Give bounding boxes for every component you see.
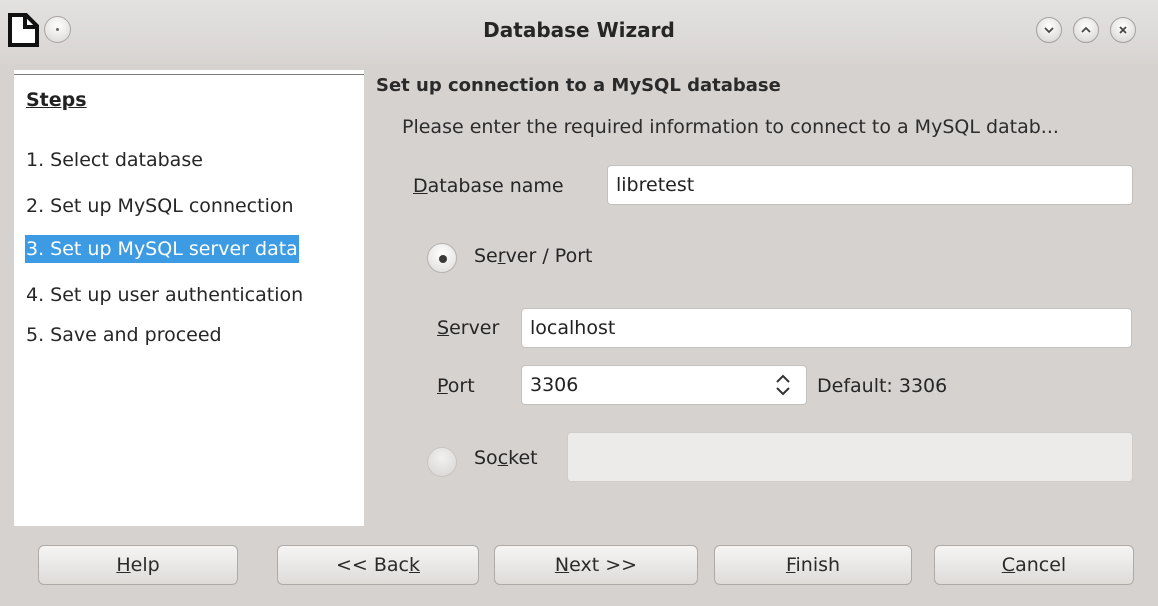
mnemonic-s: S — [437, 317, 450, 339]
database-name-label-rest: atabase name — [427, 175, 564, 197]
database-name-label: Database name — [413, 175, 564, 197]
page-title: Set up connection to a MySQL database — [376, 75, 781, 96]
socket-field[interactable] — [567, 432, 1133, 482]
socket-label[interactable]: Socket — [474, 447, 538, 469]
step-mysql-server-data[interactable]: 3. Set up MySQL server data — [25, 235, 299, 263]
step-mysql-connection[interactable]: 2. Set up MySQL connection — [26, 192, 294, 220]
close-icon[interactable] — [1110, 17, 1136, 43]
step-user-authentication[interactable]: 4. Set up user authentication — [26, 281, 303, 309]
finish-button[interactable]: Finish — [714, 545, 912, 585]
mnemonic-r: r — [497, 245, 506, 267]
spin-updown-icon[interactable] — [774, 373, 792, 397]
mnemonic-p: P — [437, 375, 448, 397]
mnemonic-h: H — [116, 554, 131, 576]
mnemonic-f: F — [785, 554, 796, 576]
mnemonic-d: D — [413, 175, 428, 197]
radio-selected-dot — [439, 255, 447, 263]
server-port-radio[interactable] — [427, 243, 457, 273]
maximize-icon[interactable] — [1073, 17, 1099, 43]
mnemonic-n: N — [554, 554, 570, 576]
port-field[interactable]: 3306 — [521, 365, 807, 405]
window-title: Database Wizard — [483, 18, 675, 42]
help-button[interactable]: Help — [38, 545, 238, 585]
steps-heading: Steps — [26, 89, 87, 111]
socket-radio[interactable] — [427, 447, 457, 477]
database-name-field[interactable]: libretest — [607, 165, 1133, 205]
page-description: Please enter the required information to… — [402, 116, 1059, 138]
server-label: Server — [437, 317, 500, 339]
step-select-database[interactable]: 1. Select database — [26, 146, 203, 174]
step-save-proceed[interactable]: 5. Save and proceed — [26, 321, 222, 349]
back-button[interactable]: << Back — [277, 545, 479, 585]
server-field[interactable]: localhost — [521, 308, 1132, 348]
mnemonic-c: c — [497, 447, 509, 469]
mnemonic-k: k — [409, 554, 421, 576]
cancel-button[interactable]: Cancel — [934, 545, 1134, 585]
port-label: Port — [437, 375, 475, 397]
steps-divider — [14, 74, 364, 75]
minimize-icon[interactable] — [1036, 17, 1062, 43]
port-default-text: Default: 3306 — [817, 375, 948, 397]
server-port-label[interactable]: Server / Port — [474, 245, 592, 267]
next-button[interactable]: Next >> — [494, 545, 698, 585]
mnemonic-c2: C — [1001, 554, 1016, 576]
